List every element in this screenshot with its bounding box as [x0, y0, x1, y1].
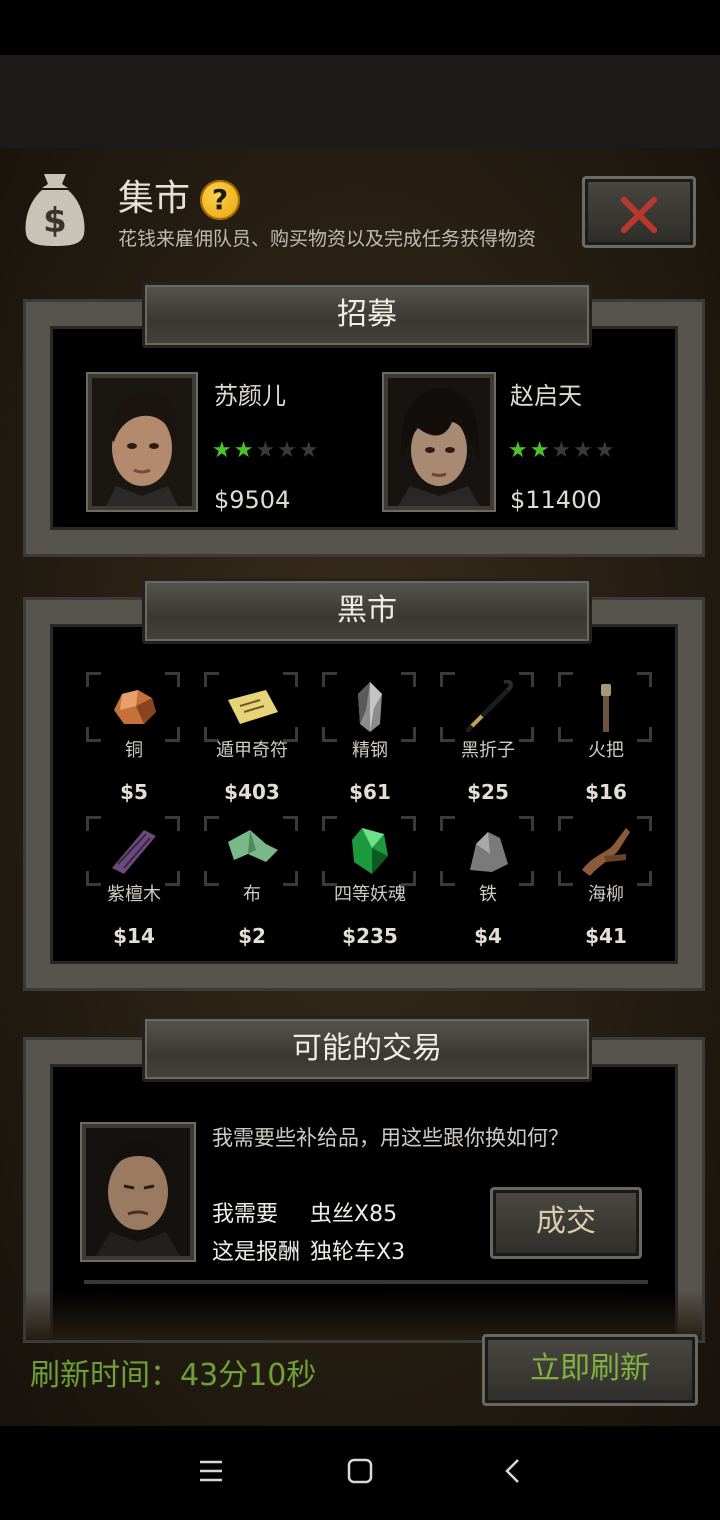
market-item-steel[interactable]: 精钢 $61 — [322, 672, 418, 812]
item-price: $5 — [120, 780, 148, 804]
status-bar — [0, 0, 720, 55]
close-button[interactable] — [582, 176, 696, 248]
market-item-rosewood[interactable]: 紫檀木 $14 — [86, 816, 182, 956]
item-name: 火把 — [588, 740, 624, 761]
market-item-cloth[interactable]: 布 $2 — [204, 816, 300, 956]
trade-fade — [26, 1290, 702, 1340]
trade-need-label: 我需要 — [212, 1202, 279, 1227]
copper-ore-icon — [114, 690, 156, 724]
iron-ore-icon — [470, 832, 508, 872]
recruit-banner: 招募 — [142, 282, 592, 348]
recruit-name: 苏颜儿 — [214, 382, 286, 410]
trade-divider — [84, 1280, 648, 1284]
item-name: 布 — [243, 884, 261, 905]
item-price: $2 — [238, 924, 266, 948]
cloth-icon — [228, 830, 278, 862]
market-item-torch[interactable]: 火把 $16 — [558, 672, 654, 812]
item-name: 海柳 — [588, 884, 624, 905]
avatar — [88, 374, 196, 510]
item-name: 紫檀木 — [107, 884, 161, 905]
menu-icon[interactable] — [198, 1458, 224, 1484]
trader-avatar — [82, 1124, 194, 1260]
recruit-title: 招募 — [337, 297, 397, 332]
item-name: 黑折子 — [461, 740, 515, 761]
svg-text:$: $ — [43, 201, 67, 241]
steel-icon — [358, 682, 382, 732]
money-bag-icon: $ — [25, 174, 85, 246]
page-subtitle: 花钱来雇佣队员、购买物资以及完成任务获得物资 — [118, 228, 537, 250]
item-price: $235 — [342, 924, 398, 948]
trade-reward-value: 独轮车X3 — [310, 1240, 406, 1265]
home-icon[interactable] — [347, 1458, 373, 1484]
item-name: 遁甲奇符 — [216, 740, 288, 761]
trade-banner: 可能的交易 — [142, 1016, 592, 1082]
question-icon[interactable]: ? — [200, 180, 240, 220]
trade-need-value: 虫丝X85 — [310, 1202, 398, 1227]
market-item-talisman[interactable]: 遁甲奇符 $403 — [204, 672, 300, 812]
avatar — [384, 374, 494, 510]
item-price: $403 — [224, 780, 280, 804]
close-icon — [621, 197, 657, 233]
back-icon[interactable] — [500, 1458, 526, 1484]
soul-crystal-icon — [352, 828, 388, 874]
star-rating: ★★★★★ — [508, 438, 617, 463]
item-name: 铜 — [125, 740, 143, 761]
recruit-price: $9504 — [214, 486, 291, 514]
deal-button[interactable]: 成交 — [490, 1187, 642, 1259]
trade-reward-label: 这是报酬 — [212, 1240, 301, 1265]
top-spacer — [0, 55, 720, 148]
recruit-price: $11400 — [510, 486, 602, 514]
item-price: $4 — [474, 924, 502, 948]
page-title: 集市 — [118, 178, 191, 219]
item-price: $61 — [349, 780, 391, 804]
item-name: 四等妖魂 — [334, 884, 406, 905]
market-item-soul-crystal[interactable]: 四等妖魂 $235 — [322, 816, 418, 956]
market-item-driftwood[interactable]: 海柳 $41 — [558, 816, 654, 956]
item-price: $16 — [585, 780, 627, 804]
refresh-now-button[interactable]: 立即刷新 — [482, 1334, 698, 1406]
star-rating: ★★★★★ — [212, 438, 321, 463]
black-market-title: 黑市 — [337, 593, 397, 628]
refresh-timer: 刷新时间：43分10秒 — [30, 1358, 317, 1393]
crowbar-icon — [465, 680, 513, 732]
item-name: 精钢 — [352, 740, 388, 761]
torch-icon — [601, 684, 611, 732]
rosewood-icon — [112, 830, 156, 874]
driftwood-icon — [582, 828, 630, 876]
recruit-name: 赵启天 — [510, 382, 582, 410]
black-market-banner: 黑市 — [142, 578, 592, 644]
item-price: $14 — [113, 924, 155, 948]
market-item-iron[interactable]: 铁 $4 — [440, 816, 536, 956]
trade-message: 我需要些补给品，用这些跟你换如何？ — [212, 1126, 569, 1150]
market-item-crowbar[interactable]: 黑折子 $25 — [440, 672, 536, 812]
item-price: $25 — [467, 780, 509, 804]
item-price: $41 — [585, 924, 627, 948]
talisman-icon — [228, 690, 278, 724]
trade-title: 可能的交易 — [292, 1031, 442, 1066]
item-name: 铁 — [479, 884, 497, 905]
market-item-copper[interactable]: 铜 $5 — [86, 672, 182, 812]
